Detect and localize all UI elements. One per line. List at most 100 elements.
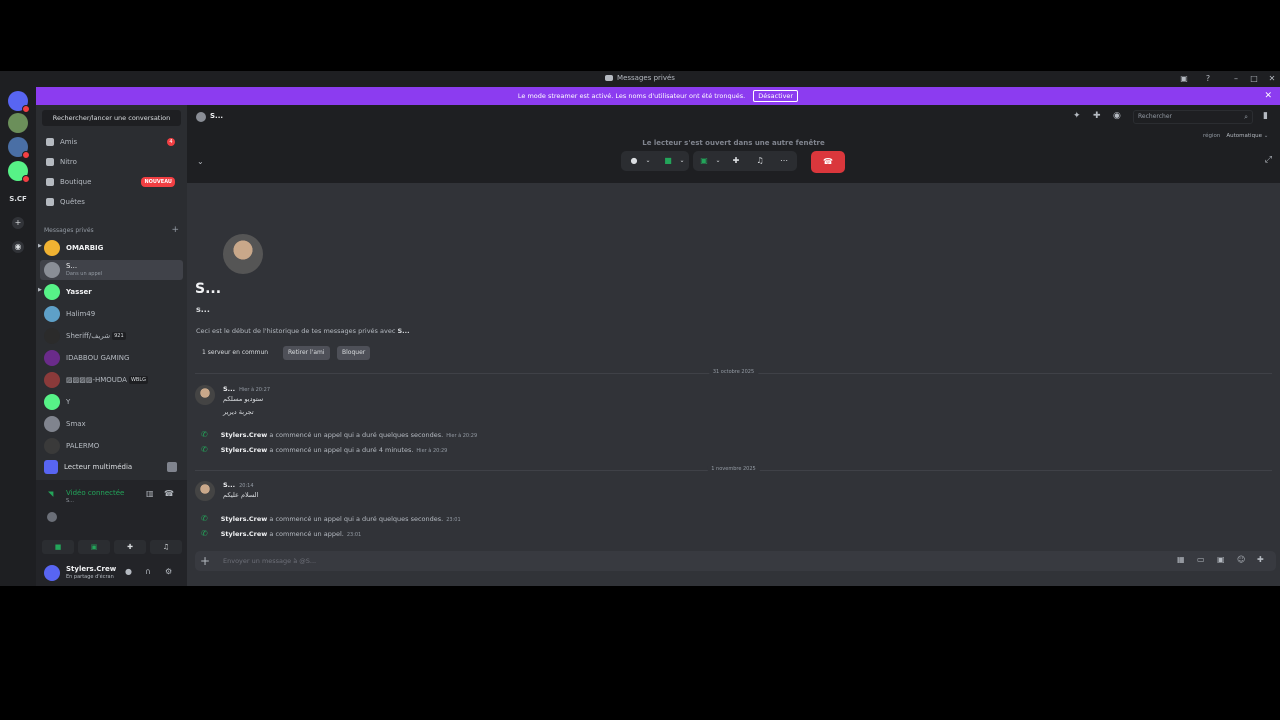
remove-friend-button[interactable]: Retirer l'ami: [283, 346, 330, 360]
clan-tag: WBLG: [128, 376, 149, 384]
soundboard-icon[interactable]: ♫: [753, 154, 767, 168]
close-icon[interactable]: ✕: [1264, 87, 1272, 105]
emoji-icon[interactable]: ☺: [1237, 555, 1245, 564]
discord-icon: [605, 75, 614, 81]
message-input[interactable]: Envoyer un message à @S...: [223, 551, 316, 571]
disconnect-icon[interactable]: ☎: [164, 489, 174, 498]
notification-badge: [22, 151, 30, 159]
apps-icon[interactable]: ✚: [1257, 555, 1264, 564]
settings-icon[interactable]: ⚙: [165, 567, 172, 576]
quests-icon: [46, 198, 54, 206]
chevron-down-icon[interactable]: ⌄: [641, 154, 655, 168]
fullscreen-icon[interactable]: ⤢: [1265, 155, 1272, 165]
nitro-icon: [46, 158, 54, 166]
dm-item-active[interactable]: S... Dans un appel: [40, 260, 183, 280]
mutual-servers-button[interactable]: 1 serveur en commun: [197, 346, 273, 360]
nav-nitro[interactable]: Nitro: [42, 153, 181, 171]
server-label[interactable]: S.CF: [0, 195, 36, 203]
chevron-down-icon[interactable]: ⌄: [675, 154, 689, 168]
noise-suppression-icon[interactable]: ▥: [146, 489, 154, 498]
avatar: [196, 112, 206, 122]
unread-indicator: ▶: [38, 243, 42, 249]
inbox-icon[interactable]: ▮: [1263, 111, 1268, 121]
dm-item[interactable]: Y: [40, 392, 183, 412]
message-author[interactable]: S... 20:14: [223, 481, 254, 489]
username[interactable]: Stylers.Crew: [66, 565, 116, 573]
server-icon[interactable]: [8, 161, 30, 183]
dm-item[interactable]: ▶ Yasser: [38, 282, 183, 302]
headphones-icon[interactable]: ∩: [145, 567, 151, 576]
streamer-mode-banner: Le mode streamer est activé. Les noms d'…: [36, 87, 1280, 105]
hang-up-button[interactable]: ☎: [811, 151, 845, 173]
search-conversation-button[interactable]: Rechercher/lancer une conversation: [42, 110, 181, 126]
dm-item[interactable]: ▶ OMARBIG: [38, 238, 183, 258]
search-input[interactable]: Rechercher ⌕: [1133, 110, 1253, 124]
microphone-icon[interactable]: ●: [627, 154, 641, 168]
user-status: En partage d'écran: [66, 574, 114, 580]
camera-button[interactable]: ■: [42, 540, 74, 554]
profile-icon[interactable]: ◉: [1113, 111, 1121, 121]
soundboard-button[interactable]: ♫: [150, 540, 182, 554]
close-button[interactable]: ✕: [1266, 73, 1278, 85]
disable-streamer-button[interactable]: Désactiver: [753, 90, 799, 102]
nav-shop[interactable]: Boutique NOUVEAU: [42, 173, 181, 191]
screen-share-icon[interactable]: ▣: [697, 154, 711, 168]
camera-icon[interactable]: ■: [661, 154, 675, 168]
gif-icon[interactable]: ▭: [1197, 555, 1205, 564]
minimize-button[interactable]: –: [1230, 73, 1242, 85]
title-bar: Messages privés ▣ ? – □ ✕: [0, 71, 1280, 87]
dm-item[interactable]: Smax: [40, 414, 183, 434]
more-icon[interactable]: ⋯: [777, 154, 791, 168]
gift-icon[interactable]: ▦: [1177, 555, 1185, 564]
nav-quests[interactable]: Quêtes: [42, 193, 181, 211]
dm-item[interactable]: Sheriff/شريف 921: [40, 326, 183, 346]
screen-share-button[interactable]: ▣: [78, 540, 110, 554]
server-icon[interactable]: [8, 137, 30, 159]
pin-icon[interactable]: ✦: [1073, 111, 1081, 121]
attach-icon[interactable]: +: [200, 553, 210, 569]
chevron-down-icon[interactable]: ⌄: [197, 157, 204, 166]
avatar[interactable]: [44, 565, 60, 581]
friends-badge: 4: [167, 138, 175, 146]
activities-icon[interactable]: ✚: [729, 154, 743, 168]
message-timestamp: Hier à 20:27: [239, 387, 271, 393]
profile-avatar[interactable]: [223, 234, 263, 274]
add-server-icon[interactable]: +: [12, 217, 24, 229]
server-icon[interactable]: [8, 113, 28, 133]
home-button[interactable]: [8, 91, 30, 113]
avatar: [44, 416, 60, 432]
add-friends-icon[interactable]: ✚: [1093, 111, 1101, 121]
avatar: [44, 262, 60, 278]
dm-item[interactable]: Halim49: [40, 304, 183, 324]
avatar: [44, 372, 60, 388]
activities-button[interactable]: ✚: [114, 540, 146, 554]
microphone-icon[interactable]: ●: [125, 567, 132, 576]
nav-friends[interactable]: Amis 4: [42, 133, 181, 151]
sticker-icon[interactable]: ▣: [1217, 555, 1225, 564]
server-rail: S.CF + ◉: [0, 87, 36, 586]
clan-tag: 921: [112, 332, 126, 340]
maximize-button[interactable]: □: [1248, 73, 1260, 85]
inbox-icon[interactable]: ▣: [1178, 73, 1190, 85]
block-button[interactable]: Bloquer: [337, 346, 371, 360]
media-player-bar[interactable]: Lecteur multimédia: [42, 458, 181, 476]
help-icon[interactable]: ?: [1202, 73, 1214, 85]
shop-icon: [46, 178, 54, 186]
avatar[interactable]: [195, 385, 215, 405]
popout-icon[interactable]: [167, 462, 177, 472]
dm-intro: Ceci est le début de l'historique de tes…: [196, 327, 410, 335]
avatar: [44, 328, 60, 344]
dm-item[interactable]: IDABBOU GAMING: [40, 348, 183, 368]
dm-item[interactable]: PALERMO: [40, 436, 183, 456]
explore-icon[interactable]: ◉: [12, 241, 24, 253]
call-log: ✆ Stylers.Crew a commencé un appel qui a …: [201, 514, 461, 523]
message-author[interactable]: S... Hier à 20:27: [223, 385, 270, 393]
avatar[interactable]: [195, 481, 215, 501]
create-dm-icon[interactable]: +: [171, 225, 179, 235]
profile-name: S...: [195, 281, 222, 297]
voice-channel: S...: [66, 498, 74, 504]
chevron-down-icon[interactable]: ⌄: [711, 154, 725, 168]
voice-participant-avatar: [47, 512, 57, 522]
voice-panel: ◥ Vidéo connectée S... ▥ ☎ ■ ▣ ✚ ♫: [36, 480, 187, 560]
dm-item[interactable]: ▨▨▨▨-HMOUDA WBLG: [40, 370, 183, 390]
